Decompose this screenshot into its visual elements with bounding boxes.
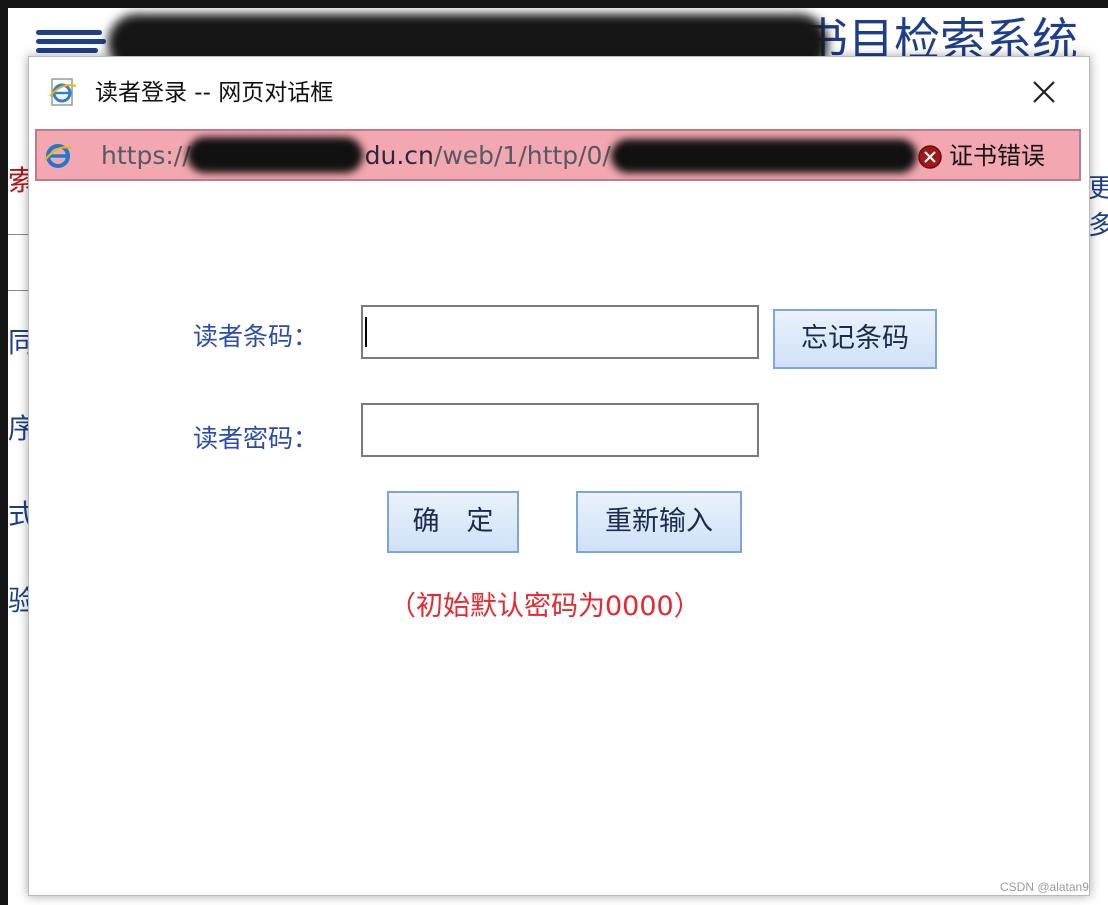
reset-button[interactable]: 重新输入 — [576, 491, 742, 553]
screen: 书目检索系统 索 同 序 式 验 更多 读者登录 -- 网页对话框 https:… — [0, 0, 1108, 905]
url-path: /web/1/http/0/ — [433, 141, 611, 170]
background-more-link[interactable]: 更多 — [1088, 168, 1108, 242]
barcode-label: 读者条码： — [193, 322, 319, 351]
barcode-input[interactable] — [361, 305, 759, 359]
confirm-button[interactable]: 确 定 — [387, 491, 519, 553]
url-scheme: https:// — [101, 141, 191, 170]
background-side-char-1: 索 — [8, 164, 30, 197]
background-side-char-5[interactable]: 验 — [8, 584, 30, 618]
certificate-error-icon[interactable] — [917, 144, 943, 170]
background-divider — [8, 290, 30, 291]
background-side-char-4[interactable]: 式 — [8, 498, 30, 532]
redacted-path-block — [611, 139, 917, 173]
background-divider — [8, 234, 30, 235]
close-x-icon — [1033, 81, 1055, 103]
dialog-title: 读者登录 -- 网页对话框 — [95, 80, 334, 106]
default-password-hint: （初始默认密码为0000） — [389, 591, 701, 622]
redacted-domain-block — [187, 137, 363, 173]
library-logo-icon — [36, 22, 106, 58]
ie-browser-icon — [44, 144, 72, 168]
csdn-watermark: CSDN @alatan9 — [1000, 880, 1089, 894]
password-input[interactable] — [361, 403, 759, 457]
dialog-titlebar[interactable]: 读者登录 -- 网页对话框 — [29, 57, 1089, 127]
url-domain: du.cn — [364, 141, 434, 170]
close-button[interactable] — [1023, 73, 1065, 113]
ie-document-icon — [49, 78, 77, 106]
text-caret — [365, 317, 367, 347]
certificate-error-label[interactable]: 证书错误 — [949, 139, 1045, 173]
background-side-char-3[interactable]: 序 — [8, 412, 30, 446]
forgot-barcode-button[interactable]: 忘记条码 — [773, 309, 937, 369]
password-label: 读者密码： — [193, 424, 319, 453]
address-bar[interactable]: https:// du.cn/web/1/http/0/ 证书错误 — [35, 129, 1081, 181]
reader-login-dialog: 读者登录 -- 网页对话框 https:// du.cn/web/1/http/0… — [28, 56, 1090, 896]
background-side-char-2[interactable]: 同 — [8, 326, 30, 360]
